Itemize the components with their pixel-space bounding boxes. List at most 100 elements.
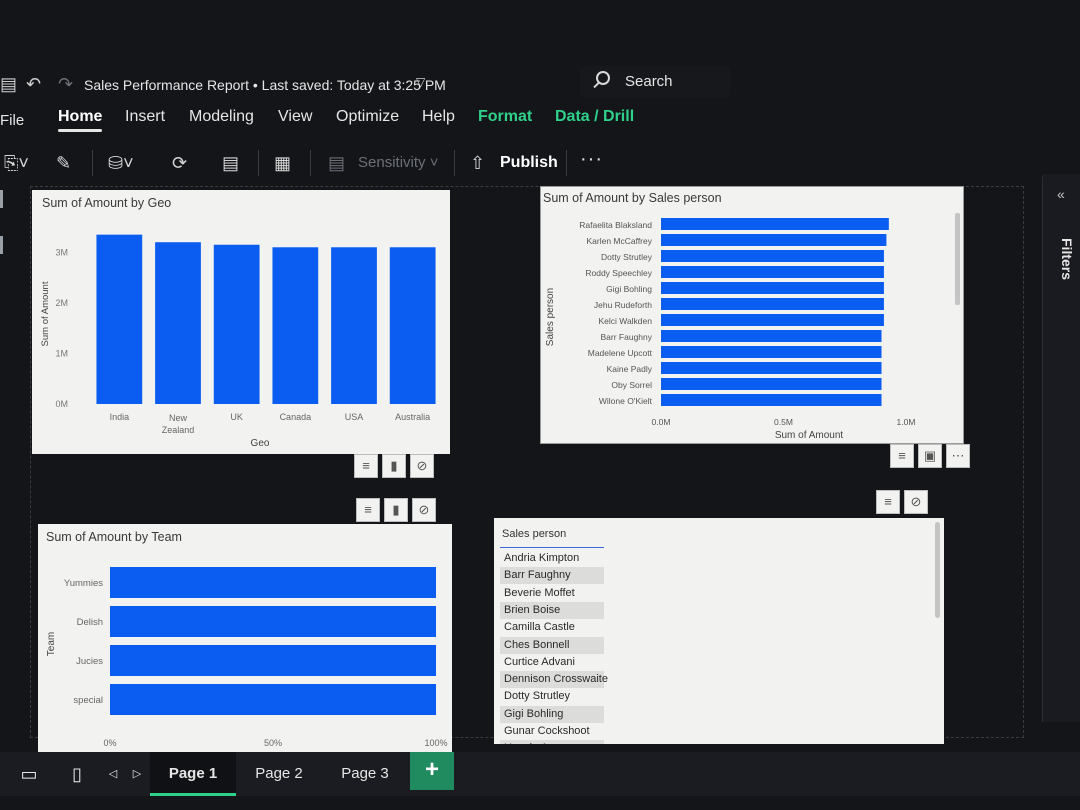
filters-label[interactable]: Filters — [1059, 238, 1075, 280]
y-tick-label: Kaine Padly — [607, 364, 653, 374]
save-icon[interactable]: ▤ — [0, 74, 17, 94]
chart-icon[interactable]: ▮ — [382, 454, 406, 478]
table-row[interactable]: Husein Augar — [500, 740, 604, 744]
search-box[interactable]: Search — [580, 66, 730, 98]
x-tick-label: India — [110, 412, 130, 422]
focus-mode-icon[interactable]: ▣ — [918, 444, 942, 468]
y-tick-label: 1M — [55, 348, 68, 358]
table-row[interactable]: Ches Bonnell — [500, 636, 604, 654]
filter-icon[interactable]: ≡ — [356, 498, 380, 522]
new-visual-icon[interactable]: ▤ — [222, 150, 239, 176]
search-label: Search — [625, 73, 673, 90]
page-tab-1[interactable]: Page 1 — [150, 752, 236, 796]
table-scrollbar[interactable] — [935, 522, 940, 618]
more-options-icon[interactable]: ⋯ — [946, 444, 970, 468]
left-view-switcher — [0, 190, 6, 310]
tab-help[interactable]: Help — [422, 108, 455, 126]
report-view-indicator[interactable] — [0, 190, 3, 208]
table-row[interactable]: Dennison Crosswaite — [500, 671, 608, 689]
tab-optimize[interactable]: Optimize — [336, 108, 399, 126]
collapse-icon[interactable]: « — [1057, 186, 1065, 202]
get-data-icon[interactable]: ⛁˅ — [108, 150, 134, 176]
x-tick-label: Canada — [280, 412, 312, 422]
bar — [661, 314, 884, 326]
table-row[interactable]: Gigi Bohling — [500, 705, 604, 723]
filters-pane[interactable]: « Filters — [1042, 174, 1080, 722]
filter-icon[interactable]: ≡ — [354, 454, 378, 478]
publish-button[interactable]: Publish — [500, 154, 558, 172]
page-tab-3[interactable]: Page 3 — [322, 752, 408, 796]
prohibit-icon[interactable]: ⊘ — [904, 490, 928, 514]
table-row[interactable]: Barr Faughny — [500, 567, 604, 585]
page-tab-2[interactable]: Page 2 — [236, 752, 322, 796]
table-row[interactable]: Andria Kimpton — [500, 550, 612, 567]
geo-chart-visual[interactable]: Sum of Amount by Geo 0M 1M 2M 3M India New Zea… — [32, 190, 450, 454]
team-chart-svg: Yummies Delish Jucies special 0% 50% 100% Team — [46, 567, 448, 748]
y-tick-label: Barr Faughny — [601, 332, 653, 342]
publish-icon[interactable]: ⇧ — [470, 150, 485, 176]
tab-modeling[interactable]: Modeling — [189, 108, 254, 126]
bar — [110, 567, 436, 598]
tab-data-drill[interactable]: Data / Drill — [555, 108, 634, 126]
filter-icon[interactable]: ≡ — [876, 490, 900, 514]
desktop-layout-icon[interactable]: ▭ — [12, 752, 46, 796]
bar — [110, 684, 436, 715]
geo-visual-header: ≡ ▮ ⊘ — [354, 454, 434, 478]
bar — [661, 362, 882, 374]
y-tick-label: 0M — [55, 399, 68, 409]
table-view-indicator[interactable] — [0, 236, 3, 254]
more-options-button[interactable]: ··· — [580, 148, 603, 171]
y-axis-title: Sales person — [545, 288, 556, 346]
tab-home[interactable]: Home — [58, 108, 103, 132]
tab-insert[interactable]: Insert — [125, 108, 165, 126]
salesperson-chart-svg: Rafaelita Blaksland Karlen McCaffrey Dotty… — [545, 213, 960, 441]
x-tick-label: Australia — [395, 412, 430, 422]
x-tick-label: New — [169, 413, 188, 423]
y-tick-label: Yummies — [64, 578, 103, 589]
y-tick-label: 3M — [55, 247, 68, 257]
prohibit-icon[interactable]: ⊘ — [412, 498, 436, 522]
paste-icon[interactable]: ⎘˅ — [4, 150, 29, 176]
y-tick-label: Jehu Rudeforth — [594, 300, 652, 310]
table-row[interactable]: Brien Boise — [500, 601, 604, 619]
y-tick-label: Kelci Walkden — [598, 316, 652, 326]
team-chart-visual[interactable]: Sum of Amount by Team Yummies Delish Jucie… — [38, 524, 452, 754]
bar — [661, 394, 882, 406]
table-row[interactable]: Dotty Strutley — [500, 688, 612, 705]
add-page-button[interactable]: + — [410, 752, 454, 790]
tab-file[interactable]: File — [0, 112, 24, 129]
team-visual-header: ≡ ▮ ⊘ — [356, 498, 436, 522]
filter-icon[interactable]: ≡ — [890, 444, 914, 468]
window-title[interactable]: Sales Performance Report • Last saved: T… — [84, 77, 446, 93]
redo-icon[interactable]: ↷ — [58, 74, 73, 94]
undo-icon[interactable]: ↶ — [26, 74, 41, 94]
geo-chart-svg: 0M 1M 2M 3M India New Zealand UK Canada USA Austra… — [40, 234, 436, 449]
y-tick-label: Delish — [77, 617, 103, 628]
y-tick-label: 2M — [55, 298, 68, 308]
refresh-icon[interactable]: ⟳ — [172, 150, 187, 176]
chart-icon[interactable]: ▮ — [384, 498, 408, 522]
salesperson-table-visual[interactable]: Sales person Andria Kimpton Barr Faughny B… — [494, 518, 944, 744]
chevron-down-icon[interactable]: ▽ — [416, 75, 425, 89]
table-row[interactable]: Gunar Cockshoot — [500, 723, 612, 740]
mobile-layout-icon[interactable]: ▯ — [62, 752, 92, 796]
table-row[interactable]: Camilla Castle — [500, 619, 612, 636]
table-column-header[interactable]: Sales person — [502, 528, 566, 540]
next-page-icon[interactable]: ▷ — [128, 752, 146, 796]
bar — [661, 234, 887, 246]
search-icon — [596, 71, 610, 85]
prohibit-icon[interactable]: ⊘ — [410, 454, 434, 478]
bar — [331, 247, 377, 404]
tab-format[interactable]: Format — [478, 108, 532, 126]
table-row[interactable]: Beverie Moffet — [500, 585, 612, 602]
bar — [661, 266, 884, 278]
previous-page-icon[interactable]: ◁ — [104, 752, 122, 796]
table-row[interactable]: Curtice Advani — [500, 654, 612, 671]
tab-view[interactable]: View — [278, 108, 312, 126]
bar — [110, 645, 436, 676]
salesperson-chart-visual[interactable]: Sum of Amount by Sales person Rafaelita … — [540, 186, 964, 444]
calculator-icon[interactable]: ▦ — [274, 150, 291, 176]
bar — [661, 298, 884, 310]
ribbon-tabs: File Home Insert Modeling View Optimize … — [0, 104, 1080, 134]
format-painter-icon[interactable]: ✎ — [56, 150, 71, 176]
